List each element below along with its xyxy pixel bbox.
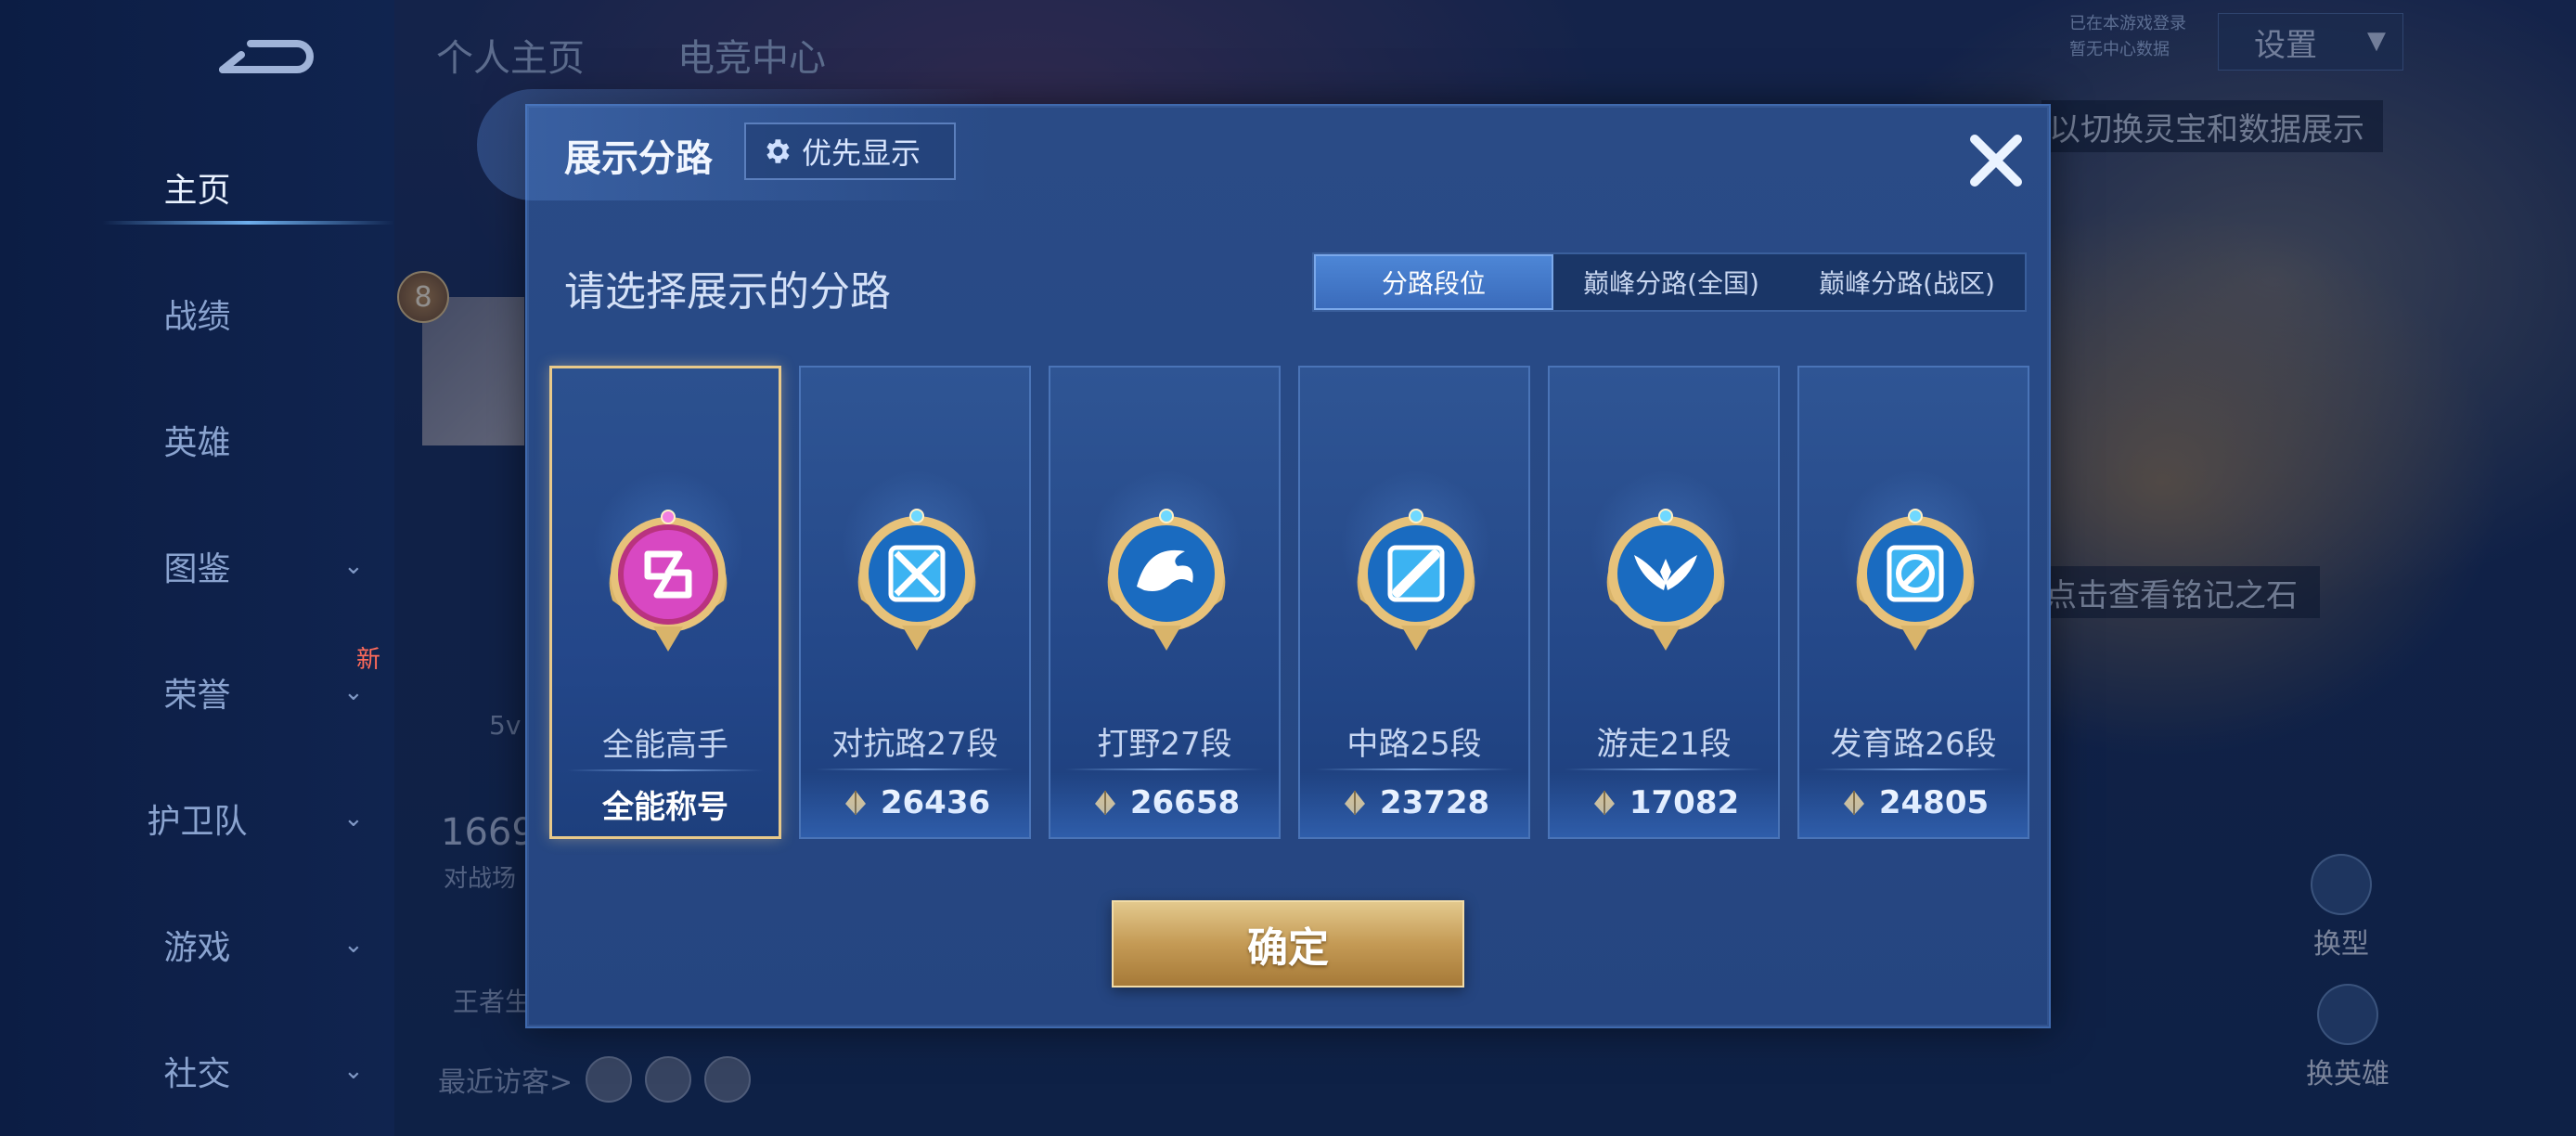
lane-name: 发育路26段: [1830, 726, 1997, 763]
chevron-down-icon: ⌄: [343, 1057, 364, 1085]
sidebar-item-label: 社交: [163, 1055, 231, 1093]
sidebar-item-heroes[interactable]: 英雄: [0, 403, 394, 477]
jungle-emblem-icon: [1107, 509, 1226, 651]
card-divider: [1565, 768, 1763, 770]
chevron-down-icon: ⌄: [343, 931, 364, 959]
lane-display-dialog: 展示分路 优先显示 请选择展示的分路 分路段位 巅峰分路(全国) 巅峰分路(战区…: [477, 89, 2051, 1028]
lane-name: 中路25段: [1346, 726, 1482, 763]
select-prompt: 请选择展示的分路: [564, 268, 891, 316]
sidebar-item-games[interactable]: 游戏 ⌄: [0, 908, 394, 982]
sidebar-item-label: 荣誉: [163, 677, 231, 715]
card-divider: [816, 768, 1014, 770]
sidebar-item-record[interactable]: 战绩: [0, 277, 394, 351]
confirm-button[interactable]: 确定: [1112, 900, 1464, 988]
sidebar-item-honor[interactable]: 荣誉 ⌄: [0, 655, 394, 729]
title-label: 全能称号: [602, 788, 728, 826]
card-glow: [1550, 772, 1778, 837]
lane-name: 对抗路27段: [831, 726, 998, 763]
farm-lane-emblem-icon: [1856, 509, 1975, 651]
sidebar-item-guard[interactable]: 护卫队 ⌄: [0, 781, 394, 856]
lane-card-farm[interactable]: 发育路26段 24805: [1797, 366, 2029, 839]
sidebar-item-social[interactable]: 社交 ⌄: [0, 1034, 394, 1108]
lane-card-roam[interactable]: 游走21段 17082: [1548, 366, 1780, 839]
sidebar-item-codex[interactable]: 图鉴 ⌄: [0, 529, 394, 603]
new-badge: 新: [356, 646, 381, 674]
chevron-down-icon: ⌄: [343, 678, 364, 706]
roam-emblem-icon: [1606, 509, 1725, 651]
lane-card-all-round[interactable]: 全能高手 全能称号: [549, 366, 781, 839]
card-glow: [1050, 772, 1279, 837]
close-button[interactable]: [1954, 119, 2038, 202]
sidebar-item-label: 游戏: [163, 929, 231, 967]
sidebar-item-home[interactable]: 主页: [0, 150, 394, 225]
close-icon: [1970, 135, 2022, 187]
chevron-down-icon: ⌄: [343, 552, 364, 580]
priority-display-button[interactable]: 优先显示: [744, 123, 956, 180]
gear-icon: [766, 139, 790, 163]
back-arrow-icon: [219, 40, 314, 73]
lane-card-clash[interactable]: 对抗路27段 26436: [799, 366, 1031, 839]
lane-card-mid[interactable]: 中路25段 23728: [1298, 366, 1530, 839]
lane-type-segmented-control: 分路段位 巅峰分路(全国) 巅峰分路(战区): [1312, 252, 2027, 312]
chevron-down-icon: ⌄: [343, 805, 364, 833]
dialog-title: 展示分路: [564, 137, 713, 180]
lane-name: 游走21段: [1596, 726, 1732, 763]
tab-peak-lane-national[interactable]: 巅峰分路(全国): [1553, 254, 1789, 310]
mid-lane-emblem-icon: [1357, 509, 1475, 651]
sidebar-item-label: 主页: [163, 172, 231, 210]
sidebar-item-label: 图鉴: [163, 550, 231, 588]
sidebar-item-label: 英雄: [163, 424, 231, 462]
clash-lane-emblem-icon: [857, 509, 976, 651]
card-glow: [1799, 772, 2028, 837]
lane-card-jungle[interactable]: 打野27段 26658: [1049, 366, 1281, 839]
lane-name: 打野27段: [1097, 726, 1232, 763]
all-round-emblem-icon: [609, 510, 728, 652]
lane-name: 全能高手: [602, 727, 728, 764]
sidebar-item-label: 护卫队: [147, 803, 248, 841]
card-value: 全能称号: [552, 781, 779, 827]
card-divider: [567, 769, 764, 771]
card-divider: [1065, 768, 1264, 770]
sidebar-item-label: 战绩: [163, 298, 231, 336]
sidebar: 主页 战绩 英雄 图鉴 ⌄ 荣誉 ⌄ 护卫队 ⌄ 游戏 ⌄ 社交 ⌄ 新: [0, 0, 394, 1136]
back-button[interactable]: [209, 26, 320, 91]
card-glow: [801, 772, 1029, 837]
priority-display-label: 优先显示: [802, 136, 921, 171]
tab-peak-lane-region[interactable]: 巅峰分路(战区): [1789, 254, 2025, 310]
card-divider: [1315, 768, 1513, 770]
card-divider: [1814, 768, 2013, 770]
tab-lane-rank[interactable]: 分路段位: [1314, 254, 1553, 310]
card-glow: [1300, 772, 1528, 837]
